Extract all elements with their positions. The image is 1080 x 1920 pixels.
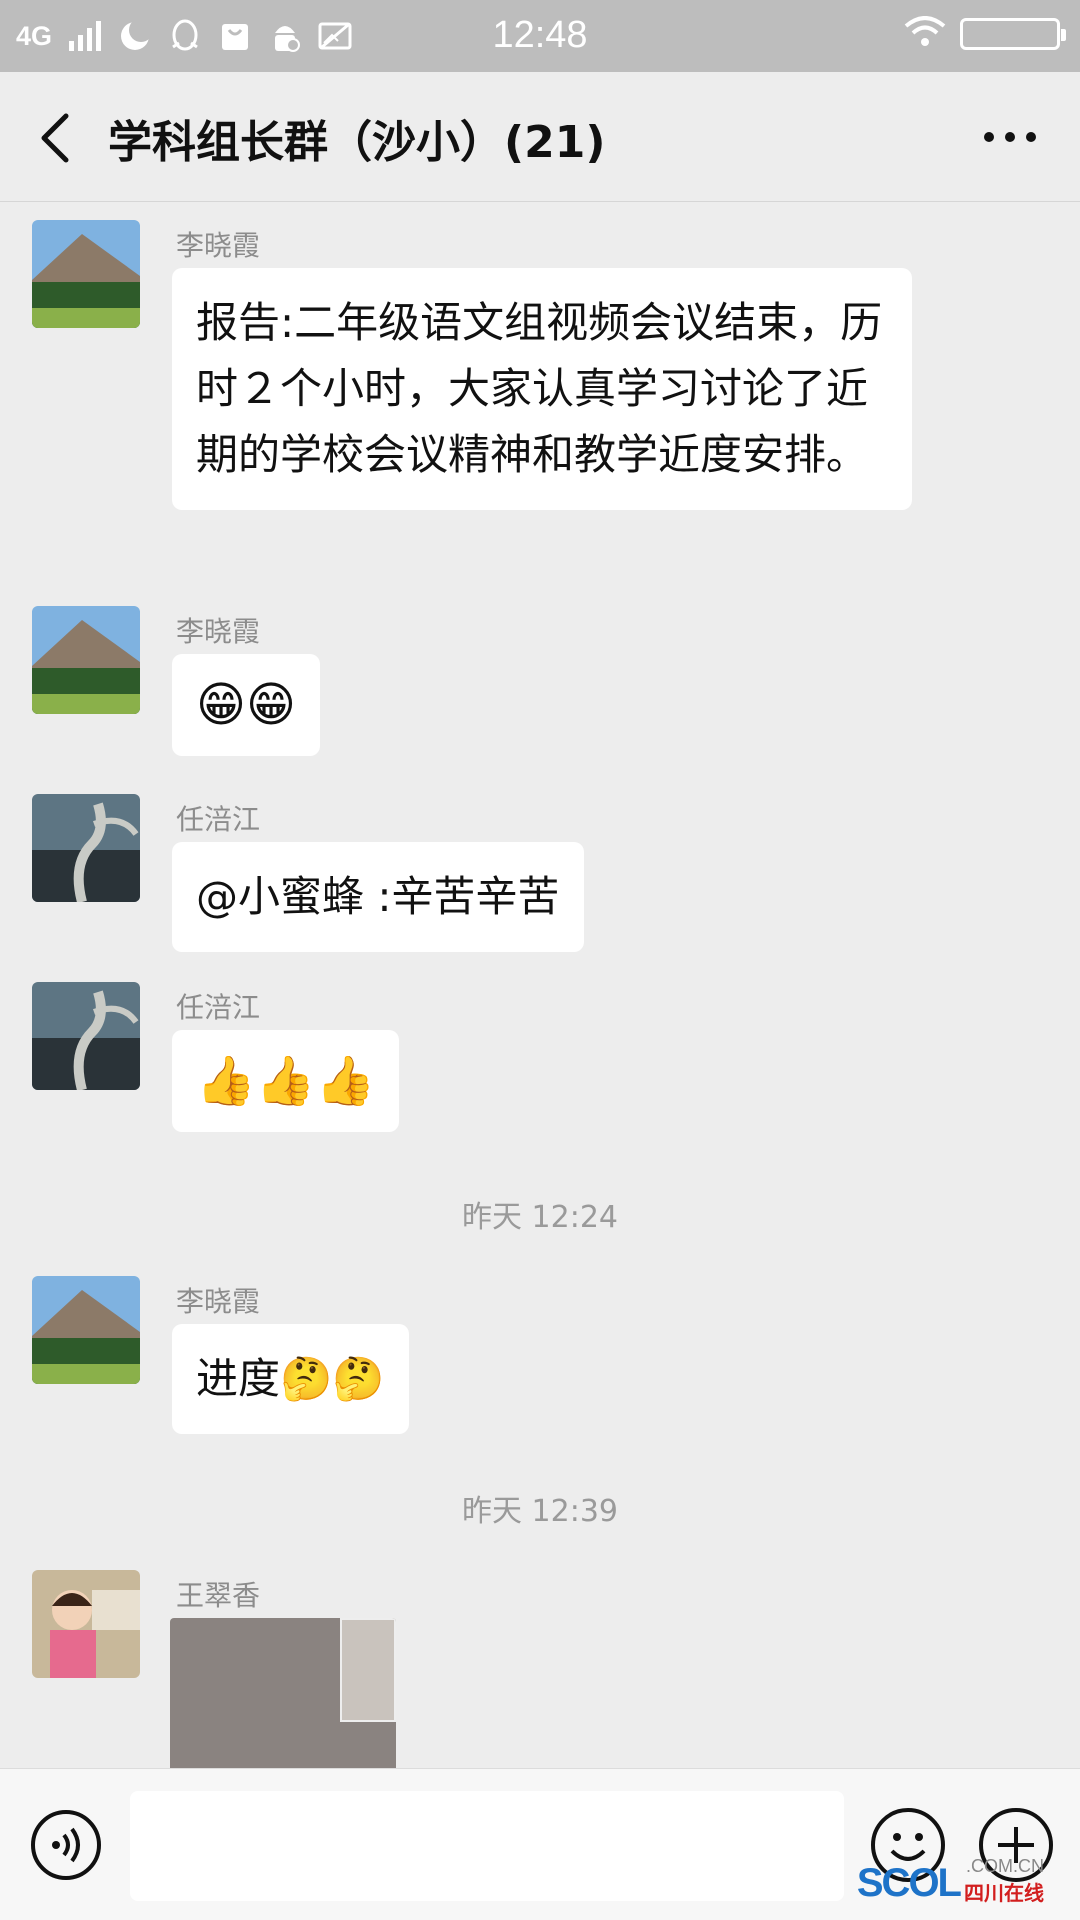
input-bar: SCOL .COM.CN 四川在线 (0, 1768, 1080, 1920)
message-timestamp: 昨天 12:39 (462, 1494, 618, 1529)
sender-name: 任涪江 (176, 991, 261, 1024)
wifi-icon (904, 16, 946, 52)
avatar[interactable] (32, 1570, 140, 1678)
battery-icon (960, 18, 1066, 50)
message-input[interactable] (130, 1791, 844, 1901)
avatar[interactable] (32, 220, 140, 328)
watermark: SCOL .COM.CN 四川在线 (857, 1856, 1044, 1906)
more-dots-icon (984, 132, 1036, 142)
message-bubble[interactable]: 进度🤔🤔 (172, 1324, 409, 1434)
message-bubble[interactable]: 报告:二年级语文组视频会议结束，历时２个小时，大家认真学习讨论了近期的学校会议精… (172, 268, 912, 510)
image-message[interactable] (170, 1618, 396, 1768)
status-bar: 4G 12:48 (0, 0, 1080, 72)
voice-button[interactable] (30, 1809, 102, 1881)
watermark-domain: .COM.CN (966, 1856, 1044, 1876)
back-button[interactable] (30, 108, 80, 168)
more-button[interactable] (980, 120, 1040, 154)
watermark-logo: SCOL (856, 1861, 962, 1905)
message-bubble[interactable]: @小蜜蜂 :辛苦辛苦 (172, 842, 584, 952)
message-list[interactable]: 李晓霞 报告:二年级语文组视频会议结束，历时２个小时，大家认真学习讨论了近期的学… (0, 202, 1080, 1768)
sender-name: 李晓霞 (176, 229, 261, 262)
watermark-name: 四川在线 (964, 1881, 1044, 1905)
page-title: 学科组长群（沙小）(21) (108, 117, 606, 168)
message-bubble[interactable]: 😁😁 (172, 654, 321, 756)
sender-name: 李晓霞 (176, 1285, 261, 1318)
image-inset-thumbnail (340, 1618, 396, 1722)
chat-header: 学科组长群（沙小）(21) (0, 72, 1080, 202)
sender-name: 任涪江 (176, 803, 261, 836)
avatar[interactable] (32, 606, 140, 714)
avatar[interactable] (32, 1276, 140, 1384)
voice-icon (31, 1810, 101, 1880)
sender-name: 王翠香 (176, 1579, 261, 1612)
message-timestamp: 昨天 12:24 (462, 1200, 618, 1235)
avatar[interactable] (32, 982, 140, 1090)
chevron-left-icon (41, 113, 69, 163)
message-bubble[interactable]: 👍👍👍 (172, 1030, 400, 1132)
sender-name: 李晓霞 (176, 615, 261, 648)
avatar[interactable] (32, 794, 140, 902)
